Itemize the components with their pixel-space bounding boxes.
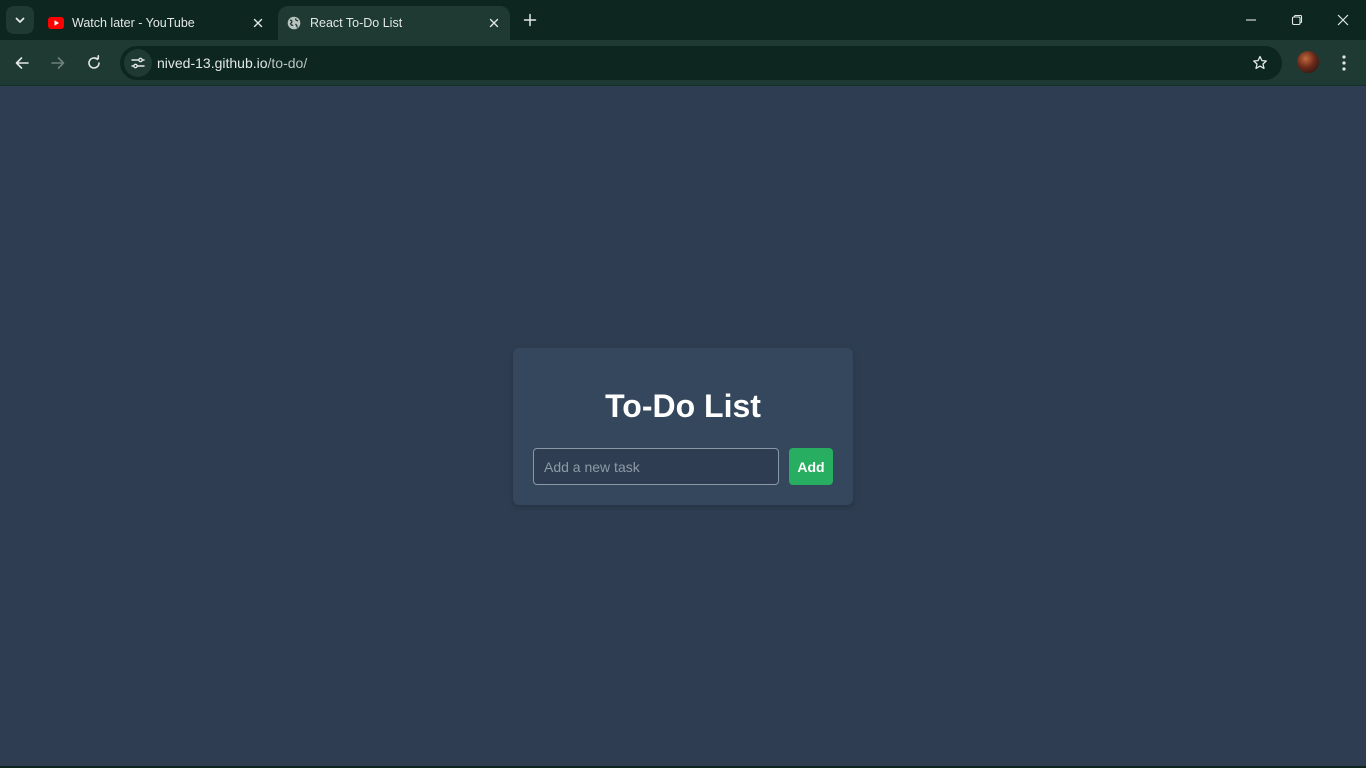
back-button[interactable] — [8, 49, 36, 77]
profile-avatar[interactable] — [1297, 51, 1319, 73]
tab-title: Watch later - YouTube — [72, 16, 195, 30]
more-vert-icon — [1342, 55, 1346, 71]
browser-menu-button[interactable] — [1332, 51, 1356, 75]
new-task-input[interactable] — [533, 448, 779, 485]
minimize-button[interactable] — [1228, 0, 1274, 40]
globe-icon — [286, 15, 302, 31]
close-tab-icon[interactable] — [484, 13, 504, 33]
browser-toolbar: nived-13.github.io/to-do/ — [0, 40, 1366, 86]
star-icon — [1253, 55, 1267, 70]
address-bar[interactable]: nived-13.github.io/to-do/ — [120, 46, 1282, 80]
bookmark-button[interactable] — [1250, 53, 1270, 73]
tab-youtube[interactable]: Watch later - YouTube — [40, 6, 274, 40]
forward-arrow-icon — [51, 57, 65, 69]
add-task-button[interactable]: Add — [789, 448, 833, 485]
forward-button[interactable] — [44, 49, 72, 77]
reload-button[interactable] — [80, 49, 108, 77]
back-arrow-icon — [15, 57, 29, 69]
new-tab-button[interactable] — [518, 8, 542, 32]
site-info-button[interactable] — [124, 49, 152, 77]
tab-title: React To-Do List — [310, 16, 403, 30]
url-host: nived-13.github.io — [157, 55, 268, 71]
tab-search-button[interactable] — [6, 6, 34, 34]
tune-icon — [131, 57, 145, 69]
close-tab-icon[interactable] — [248, 13, 268, 33]
close-icon — [1337, 14, 1349, 26]
restore-button[interactable] — [1274, 0, 1320, 40]
minimize-icon — [1246, 19, 1256, 21]
chevron-down-icon — [15, 17, 25, 23]
url-path: /to-do/ — [267, 55, 308, 71]
reload-icon — [88, 55, 100, 69]
tab-strip: Watch later - YouTube React To-Do List — [0, 0, 1366, 40]
close-window-button[interactable] — [1320, 0, 1366, 40]
page-content: To-Do List Add — [0, 86, 1366, 766]
page-title: To-Do List — [605, 388, 761, 424]
url-text[interactable]: nived-13.github.io/to-do/ — [157, 55, 307, 71]
plus-icon — [523, 13, 537, 27]
youtube-icon — [48, 15, 64, 31]
tab-react-todo[interactable]: React To-Do List — [278, 6, 510, 40]
todo-card: To-Do List Add — [513, 348, 853, 505]
restore-icon — [1291, 14, 1303, 26]
